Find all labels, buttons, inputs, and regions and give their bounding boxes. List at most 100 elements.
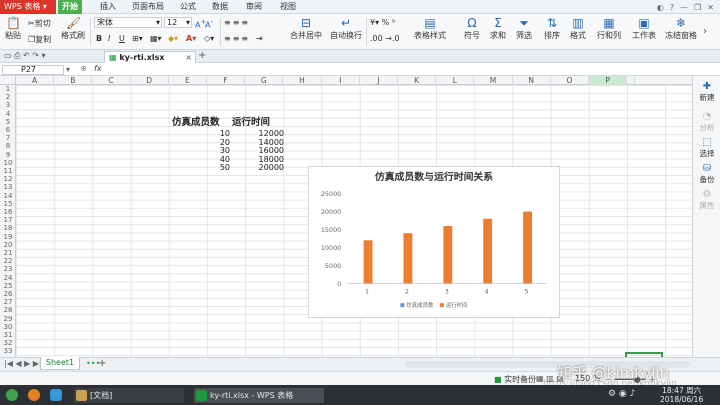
row-header-18[interactable]: 18 [0, 224, 16, 232]
ribbon-scroll-icon[interactable]: › [703, 26, 707, 37]
indent-icon[interactable]: ⇥ [256, 34, 263, 43]
column-header-B[interactable]: B [54, 76, 93, 85]
column-header-L[interactable]: L [436, 76, 475, 85]
taskbar-item-wps[interactable]: ky-rti.xlsx - WPS 表格 [194, 388, 324, 403]
panel-properties-button[interactable]: ⚙ 属性 [693, 190, 720, 211]
column-header-K[interactable]: K [398, 76, 437, 85]
cell-border-icon[interactable]: ▦▾ [150, 34, 162, 43]
wps-app-menu-button[interactable]: WPS 表格 ▾ [0, 0, 56, 14]
border-button[interactable]: ⊞▾ [132, 34, 143, 43]
row-header-23[interactable]: 23 [0, 265, 16, 273]
column-header-I[interactable]: I [322, 76, 360, 85]
table-style-button[interactable]: ▤ 表格样式 [412, 16, 448, 41]
bar-runtime-2[interactable] [403, 233, 413, 284]
row-header-4[interactable]: 4 [0, 110, 16, 118]
cut-button[interactable]: ✂剪切 [28, 18, 51, 29]
tray-icons[interactable]: ⚙ ◉ ♪ [608, 389, 635, 399]
menu-tab-0[interactable]: 开始 [58, 0, 82, 14]
select-all-corner[interactable] [0, 76, 16, 85]
row-header-28[interactable]: 28 [0, 306, 16, 314]
row-header-9[interactable]: 9 [0, 151, 16, 159]
bar-runtime-3[interactable] [443, 225, 453, 284]
row-header-25[interactable]: 25 [0, 282, 16, 290]
cell-members[interactable]: 10 [172, 129, 230, 138]
menu-tab-4[interactable]: 数据 [208, 0, 232, 14]
help-icon[interactable]: ? [670, 3, 674, 12]
start-menu-icon[interactable] [6, 389, 18, 401]
cell-runtime[interactable]: 20000 [232, 164, 284, 172]
format-painter-button[interactable]: 🖌 格式刷 [60, 16, 86, 41]
column-header-C[interactable]: C [92, 76, 131, 85]
files-icon[interactable] [50, 389, 62, 401]
row-header-13[interactable]: 13 [0, 183, 16, 191]
row-header-17[interactable]: 17 [0, 216, 16, 224]
clock[interactable]: 18:47 周六 2018/06/16 [660, 386, 703, 404]
column-header-A[interactable]: A [16, 76, 55, 85]
bar-runtime-1[interactable] [363, 240, 373, 284]
panel-new-button[interactable]: ✚ 新建 [693, 82, 720, 103]
row-header-2[interactable]: 2 [0, 93, 16, 101]
font-color-button[interactable]: A▾ [186, 34, 196, 43]
browser-icon[interactable] [28, 389, 40, 401]
cell-members[interactable]: 50 [172, 164, 230, 172]
paste-button[interactable]: 📋 粘贴 [2, 16, 24, 41]
menu-tab-5[interactable]: 审阅 [242, 0, 266, 14]
function-icon[interactable]: fx [94, 64, 102, 73]
column-header-J[interactable]: J [360, 76, 398, 85]
new-tab-button[interactable]: + [198, 50, 206, 61]
table-header-members[interactable]: 仿真成员数 [172, 117, 232, 128]
copy-button[interactable]: ❐复制 [28, 34, 51, 45]
column-header-D[interactable]: D [131, 76, 169, 85]
restore-icon[interactable]: ❐ [694, 3, 701, 12]
rows-cols-button[interactable]: ▦ 行和列 [594, 16, 624, 41]
bold-button[interactable]: B [96, 34, 102, 43]
table-header-runtime[interactable]: 运行时间 [232, 117, 288, 128]
column-header-P[interactable]: P [589, 76, 628, 85]
row-header-33[interactable]: 33 [0, 347, 16, 355]
realtime-backup-button[interactable]: ■ 实时备份 [494, 374, 536, 385]
align-top-buttons[interactable]: ≡≡≡ [224, 18, 250, 27]
row-header-3[interactable]: 3 [0, 101, 16, 109]
freeze-panes-button[interactable]: ❄ 冻结窗格 [664, 16, 698, 41]
panel-select-button[interactable]: ⬚ 选择 [693, 138, 720, 159]
column-header-F[interactable]: F [207, 76, 246, 85]
menu-tab-6[interactable]: 视图 [276, 0, 300, 14]
number-format-select[interactable]: ¥▾ % ⁹ [370, 18, 395, 27]
row-header-10[interactable]: 10 [0, 159, 16, 167]
wrap-text-button[interactable]: ↵ 自动换行 [328, 16, 364, 41]
row-header-30[interactable]: 30 [0, 323, 16, 331]
add-sheet-button[interactable]: + [98, 358, 106, 369]
row-header-27[interactable]: 27 [0, 298, 16, 306]
fill-color-button[interactable]: ◆▾ [168, 34, 178, 43]
name-box[interactable]: P27 [2, 65, 64, 75]
name-box-dropdown-icon[interactable]: ▾ [66, 65, 70, 74]
font-size-select[interactable]: 12 ▾ [164, 17, 192, 28]
row-header-15[interactable]: 15 [0, 200, 16, 208]
minimize-icon[interactable]: — [680, 3, 688, 12]
menu-tab-2[interactable]: 页面布局 [128, 0, 168, 14]
column-header-O[interactable]: O [551, 76, 589, 85]
column-header-H[interactable]: H [283, 76, 322, 85]
row-header-22[interactable]: 22 [0, 257, 16, 265]
skin-icon[interactable]: ◐ [657, 3, 664, 12]
sort-button[interactable]: ⇅ 排序 [540, 16, 564, 41]
worksheet-button[interactable]: ▣ 工作表 [628, 16, 660, 41]
formula-input[interactable] [106, 65, 692, 75]
taskbar-item-documents[interactable]: [文档] [74, 388, 184, 403]
column-header-partial[interactable] [627, 76, 636, 85]
row-header-8[interactable]: 8 [0, 142, 16, 150]
column-header-E[interactable]: E [169, 76, 207, 85]
row-header-16[interactable]: 16 [0, 208, 16, 216]
column-header-M[interactable]: M [474, 76, 513, 85]
row-header-6[interactable]: 6 [0, 126, 16, 134]
row-header-26[interactable]: 26 [0, 290, 16, 298]
row-header-32[interactable]: 32 [0, 339, 16, 347]
clear-icon[interactable]: ◇▾ [204, 34, 214, 43]
close-icon[interactable]: × [185, 52, 192, 63]
menu-tab-3[interactable]: 公式 [176, 0, 200, 14]
column-header-N[interactable]: N [513, 76, 551, 85]
bar-chart[interactable]: 仿真成员数与运行时间关系 0 5000 10000 15000 20000 25000 1… [308, 166, 560, 318]
bar-runtime-4[interactable] [483, 218, 493, 284]
symbol-button[interactable]: Ω 符号 [460, 16, 484, 41]
row-header-12[interactable]: 12 [0, 175, 16, 183]
